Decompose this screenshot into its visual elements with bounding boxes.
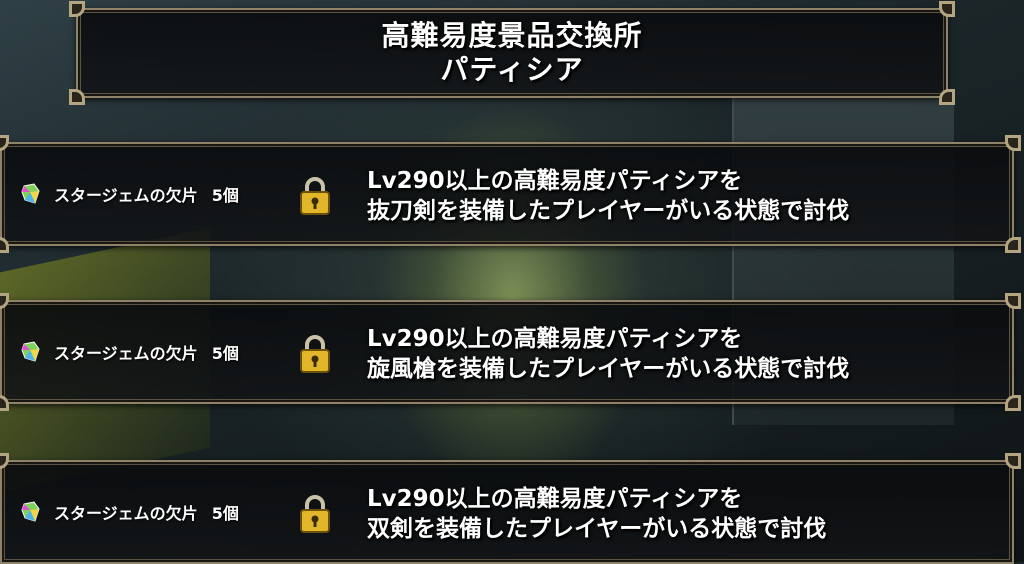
frame-corner xyxy=(69,1,85,17)
frame-corner xyxy=(0,453,9,469)
frame-corner xyxy=(1005,237,1021,253)
star-gem-fragment-icon xyxy=(21,501,40,522)
reward-item: スタージェムの欠片 5個 xyxy=(20,340,239,364)
condition-line: 旋風槍を装備したプレイヤーがいる状態で討伐 xyxy=(367,356,850,382)
page-subtitle: パティシア xyxy=(440,53,584,86)
frame-corner xyxy=(1005,395,1021,411)
condition-line: Lv290以上の高難易度パティシアを xyxy=(367,486,743,512)
frame-corner xyxy=(939,1,955,17)
title-banner: 高難易度景品交換所 パティシア xyxy=(69,1,955,105)
padlock-icon xyxy=(300,495,330,533)
frame-corner xyxy=(1005,453,1021,469)
unlock-condition: Lv290以上の高難易度パティシアを 抜刀剣を装備したプレイヤーがいる状態で討伐 xyxy=(367,166,849,226)
padlock-icon xyxy=(300,177,330,215)
frame-corner xyxy=(1005,293,1021,309)
reward-quantity: 5個 xyxy=(211,504,239,523)
unlock-condition: Lv290以上の高難易度パティシアを 双剣を装備したプレイヤーがいる状態で討伐 xyxy=(367,484,826,544)
condition-line: Lv290以上の高難易度パティシアを xyxy=(367,168,743,194)
reward-item: スタージェムの欠片 5個 xyxy=(20,500,239,524)
frame-corner xyxy=(69,89,85,105)
reward-item-name: スタージェムの欠片 xyxy=(54,504,198,523)
unlock-condition: Lv290以上の高難易度パティシアを 旋風槍を装備したプレイヤーがいる状態で討伐 xyxy=(367,324,849,384)
condition-line: Lv290以上の高難易度パティシアを xyxy=(367,326,743,352)
reward-quantity: 5個 xyxy=(211,344,239,363)
reward-quantity: 5個 xyxy=(211,186,239,205)
frame-corner xyxy=(0,293,9,309)
condition-line: 抜刀剣を装備したプレイヤーがいる状態で討伐 xyxy=(367,198,850,224)
reward-row[interactable]: スタージェムの欠片 5個 Lv290以上の高難易度パティシアを 旋風槍を装備した… xyxy=(0,293,1021,411)
padlock-icon xyxy=(300,335,330,373)
reward-row[interactable]: スタージェムの欠片 5個 Lv290以上の高難易度パティシアを 抜刀剣を装備した… xyxy=(0,135,1021,253)
frame-corner xyxy=(1005,135,1021,151)
frame-corner xyxy=(0,237,9,253)
star-gem-fragment-icon xyxy=(21,341,40,362)
condition-line: 双剣を装備したプレイヤーがいる状態で討伐 xyxy=(367,516,827,542)
frame-corner xyxy=(939,89,955,105)
frame-corner xyxy=(0,395,9,411)
reward-item: スタージェムの欠片 5個 xyxy=(20,182,239,206)
reward-item-name: スタージェムの欠片 xyxy=(54,186,198,205)
frame-corner xyxy=(0,135,9,151)
page-title: 高難易度景品交換所 xyxy=(381,19,643,52)
reward-row[interactable]: スタージェムの欠片 5個 Lv290以上の高難易度パティシアを 双剣を装備したプ… xyxy=(0,453,1021,564)
star-gem-fragment-icon xyxy=(21,183,40,204)
reward-item-name: スタージェムの欠片 xyxy=(54,344,198,363)
